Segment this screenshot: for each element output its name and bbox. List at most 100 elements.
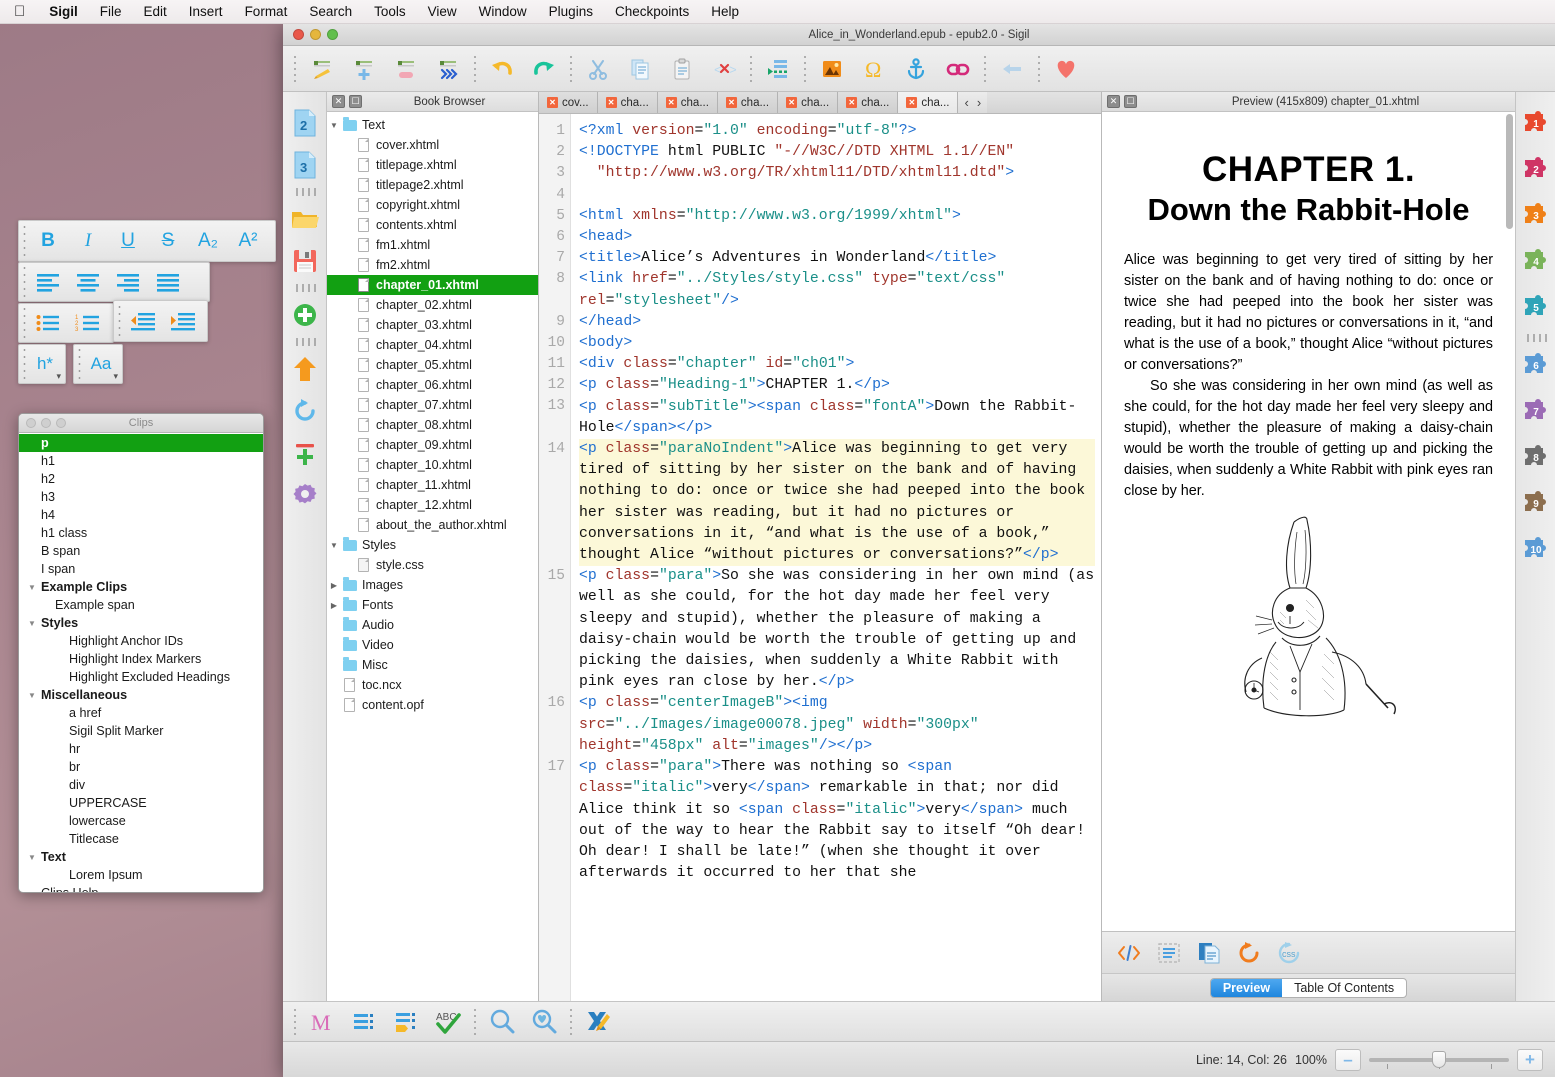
delete-section-icon[interactable] xyxy=(385,49,427,89)
increase-indent-icon[interactable] xyxy=(163,303,203,339)
editor-tab[interactable]: ✕cov... xyxy=(539,92,598,113)
editor-tab-bar[interactable]: ✕cov...✕cha...✕cha...✕cha...✕cha...✕cha.… xyxy=(539,92,1101,114)
chevron-right-icon[interactable]: ▶ xyxy=(327,581,341,590)
clip-item[interactable]: h2 xyxy=(19,470,263,488)
editor-tab[interactable]: ✕cha... xyxy=(598,92,658,113)
metadata-editor-icon[interactable]: M xyxy=(301,1002,343,1042)
find-in-book-icon[interactable] xyxy=(523,1002,565,1042)
plugin-5-icon[interactable]: 5 xyxy=(1519,286,1553,332)
tree-item[interactable]: chapter_01.xhtml xyxy=(327,275,538,295)
tree-item[interactable]: ▶Fonts xyxy=(327,595,538,615)
menu-item-search[interactable]: Search xyxy=(298,0,363,24)
clips-close-button[interactable] xyxy=(26,418,36,428)
tab-table-of-contents[interactable]: Table Of Contents xyxy=(1282,979,1406,997)
tree-item[interactable]: chapter_12.xhtml xyxy=(327,495,538,515)
close-tab-icon[interactable]: ✕ xyxy=(606,97,617,108)
menu-item-insert[interactable]: Insert xyxy=(178,0,234,24)
chevron-down-icon[interactable]: ▼ xyxy=(327,121,341,130)
clip-item[interactable]: lowercase xyxy=(19,812,263,830)
insert-id-icon[interactable] xyxy=(895,49,937,89)
upload-icon[interactable] xyxy=(285,348,325,390)
split-at-markers-icon[interactable] xyxy=(427,49,469,89)
insert-split-marker-icon[interactable] xyxy=(757,49,799,89)
editor-tab[interactable]: ✕cha... xyxy=(778,92,838,113)
preview-scrollbar[interactable] xyxy=(1506,114,1513,229)
menu-item-help[interactable]: Help xyxy=(700,0,750,24)
zoom-out-button[interactable]: – xyxy=(1335,1049,1361,1071)
close-tab-icon[interactable]: ✕ xyxy=(666,97,677,108)
tree-item[interactable]: titlepage.xhtml xyxy=(327,155,538,175)
insert-link-icon[interactable] xyxy=(937,49,979,89)
clip-item[interactable]: h3 xyxy=(19,488,263,506)
add-remove-icon[interactable] xyxy=(285,432,325,474)
text-style-toolbar[interactable]: B I U S A₂ A² xyxy=(18,220,276,262)
clip-item[interactable]: ▼Example Clips xyxy=(19,578,263,596)
tree-item[interactable]: chapter_09.xhtml xyxy=(327,435,538,455)
tree-item[interactable]: chapter_07.xhtml xyxy=(327,395,538,415)
tree-item[interactable]: Video xyxy=(327,635,538,655)
close-tab-icon[interactable]: ✕ xyxy=(726,97,737,108)
clip-item[interactable]: Clips Help xyxy=(19,884,263,893)
chevron-down-icon[interactable]: ▼ xyxy=(28,583,41,592)
epub3-icon[interactable]: 3 xyxy=(285,144,325,186)
add-existing-file-icon[interactable] xyxy=(301,49,343,89)
toolbar-grip[interactable] xyxy=(21,263,28,301)
menu-item-edit[interactable]: Edit xyxy=(133,0,178,24)
save-icon[interactable] xyxy=(285,240,325,282)
plugin-2-icon[interactable]: 2 xyxy=(1519,148,1553,194)
reload-preview-icon[interactable] xyxy=(1230,936,1268,970)
tree-item[interactable]: Misc xyxy=(327,655,538,675)
tab-prev-arrow[interactable]: ‹ xyxy=(960,95,972,110)
close-preview-icon[interactable]: ✕ xyxy=(1107,95,1120,108)
clip-item[interactable]: h1 class xyxy=(19,524,263,542)
add-icon[interactable] xyxy=(285,294,325,336)
tree-item[interactable]: fm1.xhtml xyxy=(327,235,538,255)
redo-icon[interactable] xyxy=(523,49,565,89)
tree-item[interactable]: chapter_06.xhtml xyxy=(327,375,538,395)
tree-item[interactable]: chapter_03.xhtml xyxy=(327,315,538,335)
cut-icon[interactable] xyxy=(577,49,619,89)
toolbar-grip[interactable] xyxy=(21,304,28,342)
edit-toc-icon[interactable] xyxy=(385,1002,427,1042)
clips-maximize-button[interactable] xyxy=(56,418,66,428)
minimize-button[interactable] xyxy=(310,29,321,40)
tree-item[interactable]: Audio xyxy=(327,615,538,635)
clip-item[interactable]: div xyxy=(19,776,263,794)
menu-item-window[interactable]: Window xyxy=(468,0,538,24)
menu-item-format[interactable]: Format xyxy=(234,0,299,24)
maximize-button[interactable] xyxy=(327,29,338,40)
chevron-down-icon[interactable]: ▼ xyxy=(28,853,41,862)
decrease-indent-icon[interactable] xyxy=(123,303,163,339)
chevron-down-icon[interactable]: ▼ xyxy=(327,541,341,550)
paste-icon[interactable] xyxy=(661,49,703,89)
undo-icon[interactable] xyxy=(481,49,523,89)
inspect-code-icon[interactable] xyxy=(1110,936,1148,970)
add-blank-section-icon[interactable] xyxy=(343,49,385,89)
casing-toolbar[interactable]: Aa ▾ xyxy=(73,344,123,384)
close-tab-icon[interactable]: ✕ xyxy=(846,97,857,108)
align-left-icon[interactable] xyxy=(28,264,68,300)
tree-item[interactable]: style.css xyxy=(327,555,538,575)
clip-item[interactable]: br xyxy=(19,758,263,776)
clip-item[interactable]: I span xyxy=(19,560,263,578)
bullet-list-icon[interactable] xyxy=(28,305,68,341)
close-button[interactable] xyxy=(293,29,304,40)
plugin-10-icon[interactable]: 10 xyxy=(1519,528,1553,574)
toolbar-grip[interactable] xyxy=(116,301,123,341)
tree-item[interactable]: about_the_author.xhtml xyxy=(327,515,538,535)
editor-tab[interactable]: ✕cha... xyxy=(718,92,778,113)
tree-item[interactable]: ▶Images xyxy=(327,575,538,595)
back-icon[interactable] xyxy=(991,49,1033,89)
float-preview-icon[interactable]: ☐ xyxy=(1124,95,1137,108)
align-center-icon[interactable] xyxy=(68,264,108,300)
chevron-down-icon[interactable]: ▼ xyxy=(28,619,41,628)
bold-icon[interactable]: B xyxy=(28,223,68,259)
chevron-down-icon[interactable]: ▼ xyxy=(28,691,41,700)
close-tab-icon[interactable]: ✕ xyxy=(786,97,797,108)
heading-dropdown[interactable]: h* ▾ xyxy=(28,346,62,382)
align-justify-icon[interactable] xyxy=(148,264,188,300)
chevron-right-icon[interactable]: ▶ xyxy=(327,601,341,610)
find-replace-icon[interactable] xyxy=(481,1002,523,1042)
remove-formatting-icon[interactable]: < > xyxy=(703,49,745,89)
heading-toolbar[interactable]: h* ▾ xyxy=(18,344,66,384)
